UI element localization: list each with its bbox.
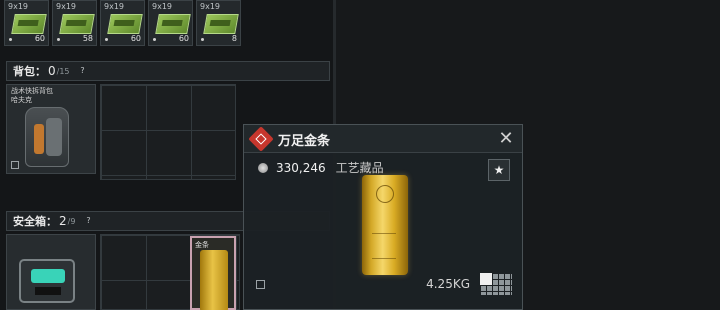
ammo-box-icon [203, 14, 239, 34]
ammo-box-icon [59, 14, 95, 34]
gold-bar-icon [200, 250, 228, 310]
safebox-icon [19, 259, 75, 303]
ammo-dot-icon [153, 38, 156, 41]
inventory-gold-bar[interactable]: 金条 [190, 236, 236, 310]
ammo-slot[interactable]: 9x19 8 [196, 0, 241, 46]
rarity-emblem-icon [248, 126, 274, 152]
safebox-title: 安全箱： [13, 215, 57, 228]
item-weight: 4.25KG [426, 277, 470, 291]
link-icon[interactable] [11, 161, 19, 169]
price-row: 330,246 工艺藏品 [258, 159, 384, 176]
backpack-name-line2: 哈夫克 [11, 96, 32, 104]
ammo-caliber: 9x19 [104, 2, 125, 11]
ammo-caliber: 9x19 [56, 2, 77, 11]
backpack-name-line1: 战术快拆背包 [11, 87, 53, 95]
item-category: 工艺藏品 [335, 161, 384, 175]
ammo-box-icon [11, 14, 47, 34]
ammo-dot-icon [57, 38, 60, 41]
ammo-count: 58 [82, 34, 93, 43]
ammo-slot[interactable]: 9x19 60 [100, 0, 145, 46]
ammo-row: 9x19 60 9x19 58 9x19 60 9x19 60 9x19 8 [4, 0, 241, 46]
tooltip-title: 万足金条 [278, 134, 331, 149]
ammo-count: 8 [231, 34, 237, 43]
item-tooltip: 万足金条 ✕ 330,246 工艺藏品 ★ 4.25KG [243, 124, 523, 310]
safebox-slot[interactable] [6, 234, 96, 310]
backpack-capacity-max: /15 [56, 66, 70, 76]
safebox-capacity-max: /9 [67, 216, 76, 226]
inventory-gold-name: 金条 [195, 241, 209, 249]
ammo-caliber: 9x19 [200, 2, 221, 11]
close-button[interactable]: ✕ [496, 129, 516, 149]
coin-icon [258, 162, 268, 173]
ammo-box-icon [107, 14, 143, 34]
item-price: 330,246 [276, 160, 326, 175]
backpack-header: 背包： 0 /15 ? [6, 61, 330, 81]
backpack-slot[interactable]: 战术快拆背包 哈夫克 [6, 84, 96, 174]
backpack-name: 战术快拆背包 哈夫克 [11, 87, 53, 105]
link-icon[interactable] [256, 280, 265, 289]
safebox-capacity-current: 2 [59, 214, 67, 228]
help-icon[interactable]: ? [78, 66, 88, 76]
backpack-capacity-current: 0 [48, 64, 56, 78]
ammo-slot[interactable]: 9x19 58 [52, 0, 97, 46]
ammo-slot[interactable]: 9x19 60 [148, 0, 193, 46]
tooltip-header: 万足金条 ✕ [244, 125, 522, 153]
item-size-highlight [480, 273, 492, 285]
favorite-button[interactable]: ★ [488, 159, 510, 181]
ammo-dot-icon [105, 38, 108, 41]
help-icon[interactable]: ? [83, 216, 93, 226]
ammo-caliber: 9x19 [8, 2, 29, 11]
ammo-dot-icon [9, 38, 12, 41]
ammo-count: 60 [130, 34, 141, 43]
backpack-title: 背包： [13, 65, 46, 78]
item-size-grid-icon [480, 273, 512, 295]
gold-bar-image [362, 175, 408, 275]
ammo-dot-icon [201, 38, 204, 41]
backpack-grid[interactable] [100, 84, 236, 180]
ammo-caliber: 9x19 [152, 2, 173, 11]
backpack-icon [25, 107, 69, 167]
ammo-box-icon [155, 14, 191, 34]
ammo-count: 60 [34, 34, 45, 43]
ammo-count: 60 [178, 34, 189, 43]
ammo-slot[interactable]: 9x19 60 [4, 0, 49, 46]
